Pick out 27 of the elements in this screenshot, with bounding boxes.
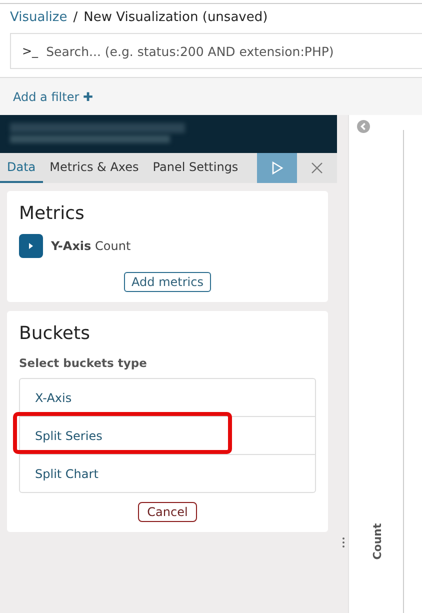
tab[interactable]: Data bbox=[0, 153, 43, 183]
search-input[interactable]: Search... (e.g. status:200 AND extension:PHP) bbox=[46, 44, 422, 58]
axis-label: Count bbox=[371, 523, 384, 560]
page-title: New Visualization (unsaved) bbox=[84, 10, 268, 25]
breadcrumb-separator: / bbox=[73, 10, 78, 25]
tab[interactable]: Panel Settings bbox=[146, 153, 246, 183]
cancel-button[interactable]: Cancel bbox=[138, 502, 197, 522]
section-subtitle: Select buckets type bbox=[19, 356, 148, 370]
expand-button[interactable] bbox=[19, 234, 43, 258]
collapse-icon[interactable] bbox=[357, 120, 370, 133]
close-icon bbox=[311, 162, 323, 174]
resize-handle[interactable] bbox=[342, 537, 345, 548]
prompt-icon: >_ bbox=[22, 44, 38, 58]
metric-label: Y-Axis Count bbox=[51, 239, 131, 253]
apply-button[interactable] bbox=[257, 153, 297, 183]
section-title: Buckets bbox=[19, 323, 91, 344]
bucket-type-option[interactable]: Split Series bbox=[35, 428, 102, 442]
search-field[interactable]: >_ Search... (e.g. status:200 AND extension:PHP) bbox=[10, 33, 422, 69]
bucket-type-option[interactable]: Split Chart bbox=[35, 466, 98, 480]
tab[interactable]: Metrics & Axes bbox=[42, 153, 146, 183]
section-title: Metrics bbox=[19, 203, 86, 224]
add-metrics-button[interactable]: Add metrics bbox=[124, 272, 212, 292]
bucket-type-option[interactable]: X-Axis bbox=[35, 390, 72, 404]
play-icon bbox=[270, 161, 284, 175]
breadcrumb-link[interactable]: Visualize bbox=[10, 10, 68, 25]
caret-icon bbox=[27, 242, 35, 250]
add-filter-link[interactable]: Add a filter ✚ bbox=[13, 90, 94, 104]
